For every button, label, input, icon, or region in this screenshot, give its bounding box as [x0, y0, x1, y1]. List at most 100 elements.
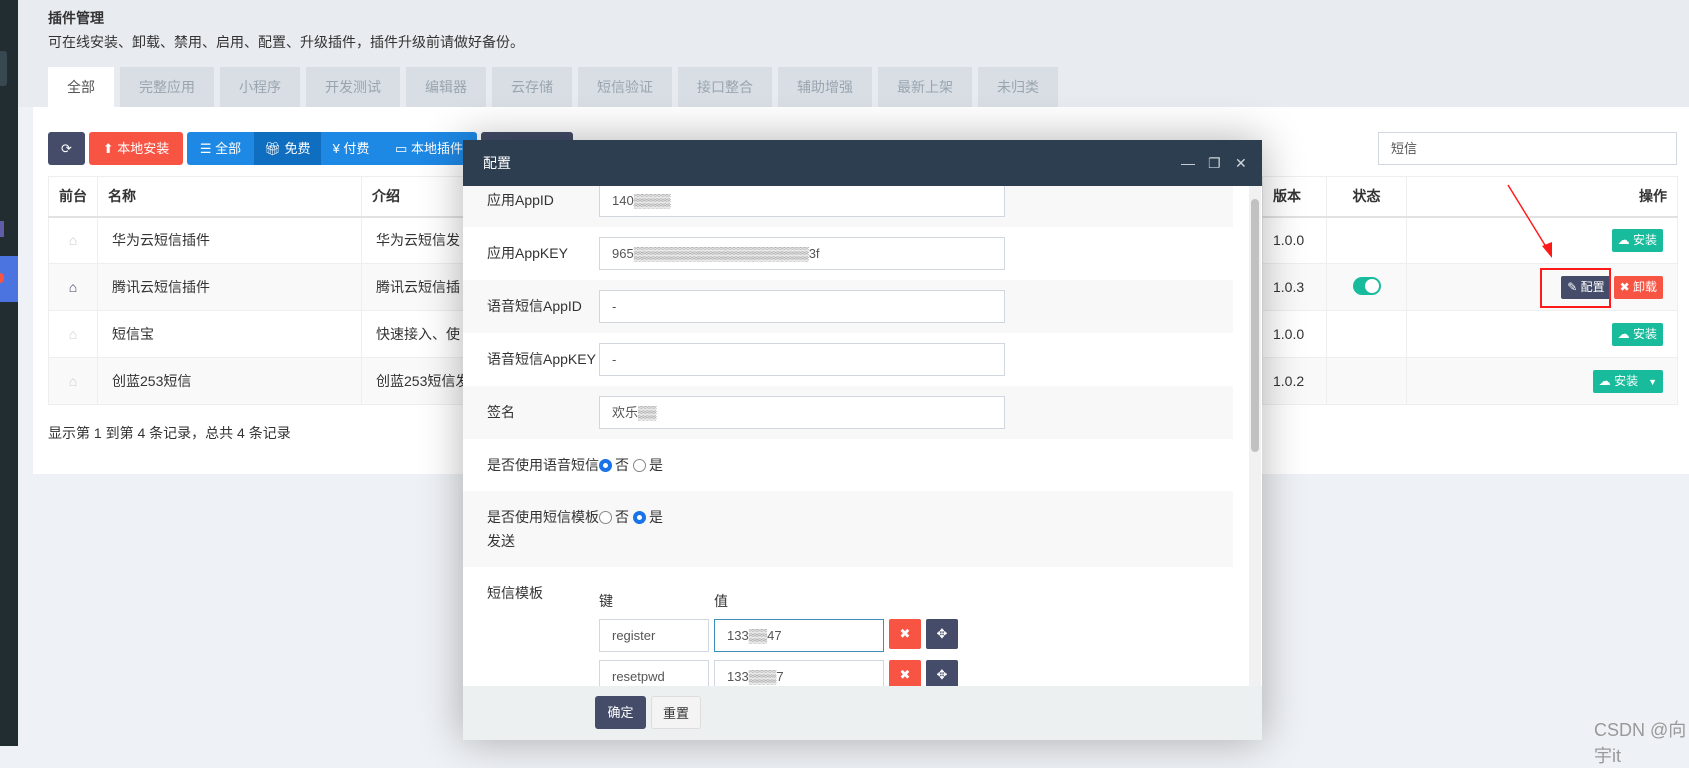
- radio-circle[interactable]: [599, 510, 612, 524]
- radio-circle[interactable]: [633, 458, 646, 472]
- tab-1[interactable]: 完整应用: [120, 67, 214, 107]
- reset-button[interactable]: 重置: [651, 696, 701, 729]
- template-key-input[interactable]: register: [599, 619, 709, 652]
- sidebar: [0, 0, 18, 746]
- annotation-highlight-box: [1540, 268, 1611, 308]
- tab-5[interactable]: 云存储: [492, 67, 572, 107]
- form-row: 应用AppID 140▒▒▒▒: [463, 186, 1233, 227]
- maximize-icon[interactable]: ❐: [1208, 140, 1221, 186]
- plugin-name: 创蓝253短信: [97, 357, 362, 405]
- tab-7[interactable]: 接口整合: [678, 67, 772, 107]
- modal-body: 应用AppID 140▒▒▒▒ 应用AppKEY 965▒▒▒▒▒▒▒▒▒▒▒▒▒▒▒…: [463, 186, 1262, 686]
- upload-icon: ⬆: [102, 141, 118, 156]
- modal-header: 配置 — ❐ ✕: [463, 140, 1262, 186]
- drag-handle-icon[interactable]: ✥: [926, 660, 958, 686]
- page-title: 插件管理: [48, 10, 104, 26]
- field-label: 签名: [487, 404, 515, 420]
- notification-dot: [0, 273, 4, 283]
- tab-10[interactable]: 未归类: [978, 67, 1058, 107]
- field-input[interactable]: 140▒▒▒▒: [599, 186, 1005, 217]
- drag-handle-icon[interactable]: ✥: [926, 619, 958, 649]
- sidebar-badge: [0, 221, 4, 237]
- template-key-input[interactable]: resetpwd: [599, 660, 709, 686]
- refresh-icon: ⟳: [61, 141, 72, 156]
- form-row: 语音短信AppKEY -: [463, 333, 1233, 386]
- sidebar-item-active[interactable]: [0, 256, 18, 302]
- tab-9[interactable]: 最新上架: [878, 67, 972, 107]
- field-input[interactable]: 965▒▒▒▒▒▒▒▒▒▒▒▒▒▒▒▒▒▒▒3f: [599, 237, 1005, 270]
- radio-yes[interactable]: 是: [633, 501, 663, 529]
- category-tabs: 全部 完整应用 小程序 开发测试 编辑器 云存储 短信验证 接口整合 辅助增强 最新上架 未归类: [48, 67, 1058, 107]
- template-value-input[interactable]: 133▒▒▒7: [714, 660, 884, 686]
- minimize-icon[interactable]: —: [1181, 140, 1195, 186]
- search-input[interactable]: 短信: [1378, 132, 1677, 165]
- install-button[interactable]: ☁ 安装: [1611, 228, 1663, 252]
- modal-title: 配置: [483, 155, 511, 171]
- radio-yes[interactable]: 是: [633, 449, 663, 477]
- pagination-summary: 显示第 1 到第 4 条记录，总共 4 条记录: [48, 425, 291, 441]
- home-icon[interactable]: ⌂: [48, 263, 98, 311]
- form-row: 应用AppKEY 965▒▒▒▒▒▒▒▒▒▒▒▒▒▒▒▒▒▒▒3f: [463, 227, 1233, 280]
- radio-no[interactable]: 否: [599, 449, 629, 477]
- plugin-version: 1.0.3: [1262, 263, 1327, 311]
- list-icon: ☰: [199, 141, 216, 156]
- tab-4[interactable]: 编辑器: [406, 67, 486, 107]
- field-label: 是否使用语音短信: [487, 457, 599, 473]
- form-row: 是否使用语音短信否是: [463, 439, 1233, 491]
- home-icon[interactable]: ⌂: [48, 357, 98, 405]
- plugin-status: [1326, 216, 1407, 264]
- field-input[interactable]: -: [599, 343, 1005, 376]
- plugin-actions: ☁ 安装: [1406, 310, 1678, 358]
- tab-8[interactable]: 辅助增强: [778, 67, 872, 107]
- close-icon[interactable]: ✕: [1235, 140, 1247, 186]
- field-label: 应用AppID: [487, 192, 554, 208]
- remove-row-button[interactable]: ✖: [889, 619, 921, 649]
- status-toggle[interactable]: [1352, 276, 1381, 295]
- tab-6[interactable]: 短信验证: [578, 67, 672, 107]
- tab-0[interactable]: 全部: [48, 67, 114, 107]
- modal-scrollbar[interactable]: [1249, 186, 1261, 686]
- laptop-icon: ▭: [395, 141, 411, 156]
- field-label: 应用AppKEY: [487, 245, 568, 261]
- scrollbar-thumb[interactable]: [1251, 199, 1259, 452]
- sidebar-item[interactable]: [0, 51, 7, 86]
- home-icon[interactable]: ⌂: [48, 310, 98, 358]
- install-button[interactable]: ☁ 安装 ▼: [1592, 369, 1663, 393]
- filter-free-button[interactable]: 🎁︎ 免费: [254, 132, 321, 165]
- plugin-status: [1326, 310, 1407, 358]
- form-row: 语音短信AppID -: [463, 280, 1233, 333]
- field-label: 语音短信AppID: [487, 298, 582, 314]
- field-input[interactable]: -: [599, 290, 1005, 323]
- plugin-name: 腾讯云短信插件: [97, 263, 362, 311]
- close-icon: ✖: [1619, 279, 1633, 294]
- annotation-arrow: [1507, 184, 1552, 258]
- col-status: 状态: [1326, 176, 1407, 218]
- filter-paid-button[interactable]: ¥ 付费: [321, 132, 381, 165]
- field-label: 是否使用短信模板发送: [487, 509, 599, 549]
- caret-down-icon[interactable]: ▼: [1648, 377, 1657, 387]
- plugin-version: 1.0.0: [1262, 216, 1327, 264]
- home-icon[interactable]: ⌂: [48, 216, 98, 264]
- form-row: 签名 欢乐▒▒: [463, 386, 1233, 439]
- confirm-button[interactable]: 确定: [595, 696, 646, 729]
- radio-circle[interactable]: [633, 510, 646, 524]
- plugin-status: [1326, 263, 1407, 311]
- template-value-input[interactable]: 133▒▒47: [714, 619, 884, 652]
- refresh-button[interactable]: ⟳: [48, 132, 85, 165]
- radio-circle[interactable]: [599, 458, 612, 472]
- cloud-download-icon: ☁: [1598, 373, 1615, 388]
- template-row: register 133▒▒47 ✖ ✥: [599, 619, 958, 652]
- local-install-button[interactable]: ⬆ 本地安装: [89, 132, 183, 165]
- install-button[interactable]: ☁ 安装: [1611, 322, 1663, 346]
- filter-all-button[interactable]: ☰ 全部: [187, 132, 254, 165]
- radio-no[interactable]: 否: [599, 501, 629, 529]
- remove-row-button[interactable]: ✖: [889, 660, 921, 686]
- key-header: 键: [599, 593, 613, 609]
- form-row: 短信模板键值 register 133▒▒47 ✖ ✥ resetpwd 133▒▒▒7 ✖ ✥…: [463, 567, 1233, 686]
- col-front: 前台: [48, 176, 98, 218]
- uninstall-button[interactable]: ✖ 卸载: [1613, 275, 1663, 299]
- tab-2[interactable]: 小程序: [220, 67, 300, 107]
- config-modal: 配置 — ❐ ✕ 应用AppID 140▒▒▒▒ 应用AppKEY 965▒▒▒▒▒▒…: [463, 140, 1262, 740]
- tab-3[interactable]: 开发测试: [306, 67, 400, 107]
- field-input[interactable]: 欢乐▒▒: [599, 396, 1005, 429]
